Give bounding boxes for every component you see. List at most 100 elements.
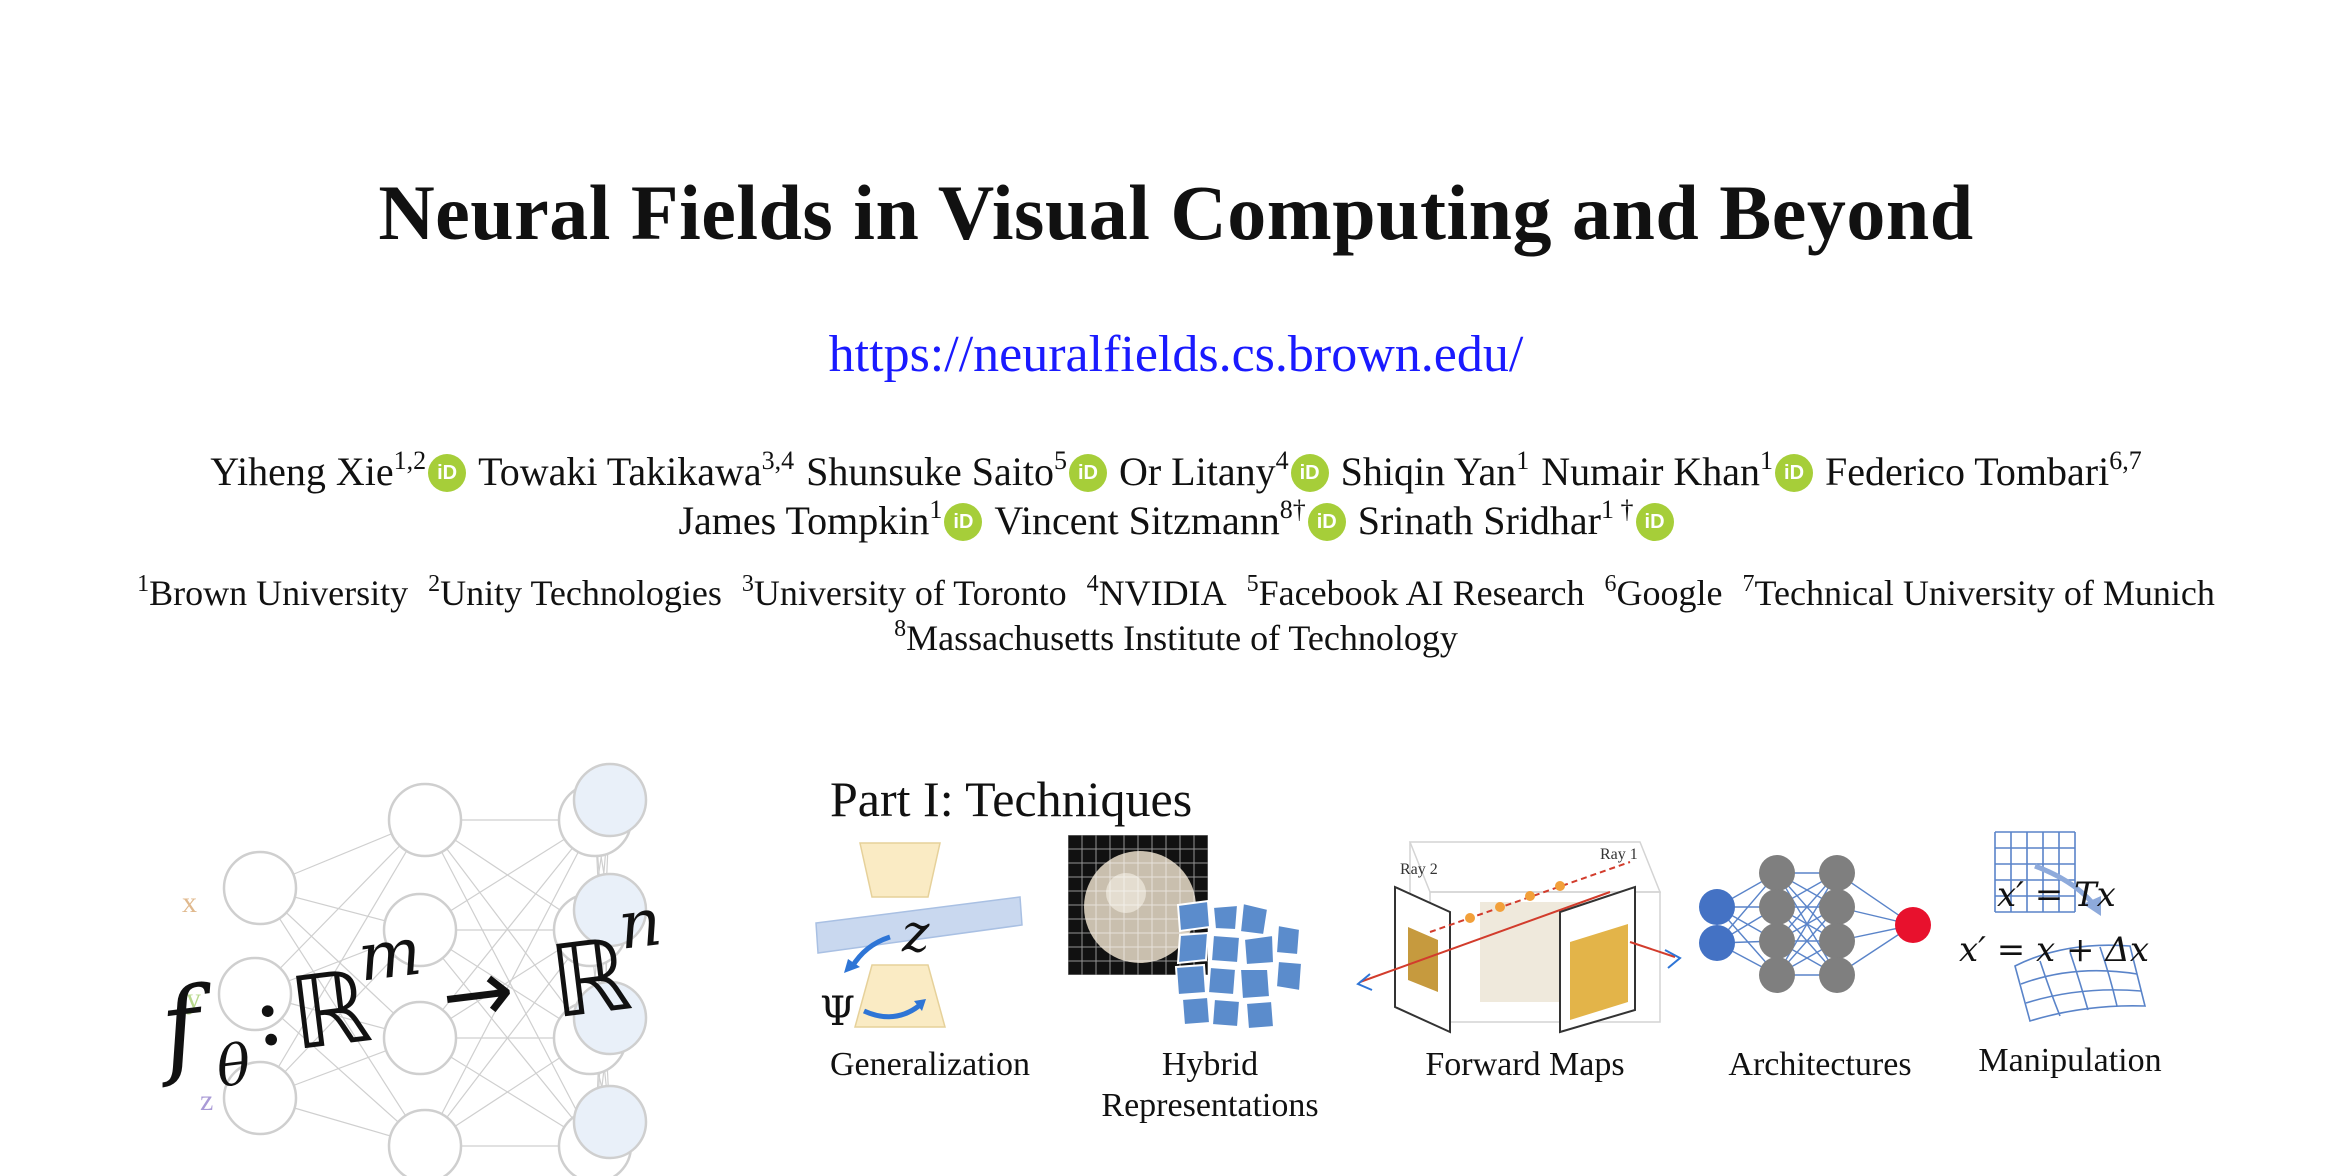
hidden-node (1819, 957, 1855, 993)
author-name: Vincent Sitzmann (994, 498, 1280, 543)
rigid-transform-equation: x′ = Tx (1997, 875, 2116, 915)
author-yiheng-xie: Yiheng Xie1,2 iD (210, 446, 467, 495)
caption-architectures: Architectures (1728, 1046, 1912, 1083)
author-shunsuke-saito: Shunsuke Saito5 iD (806, 448, 1107, 495)
affiliation-name: University of Toronto (753, 573, 1067, 613)
left-arrow-icon (1356, 973, 1373, 991)
texture-patch (1274, 923, 1302, 957)
deformation-equation: x′ = x + Δx (1959, 930, 2149, 970)
orcid-icon[interactable]: iD (1775, 454, 1814, 492)
part-title: Part I: Techniques (830, 771, 1193, 827)
latent-z-label: z (901, 904, 930, 964)
equation-f: f (150, 962, 223, 1091)
author-affiliation-marker: 1 † (1601, 495, 1634, 524)
affiliation-item: 7Technical University of Munich (1742, 571, 2215, 613)
input-node (222, 850, 298, 926)
affiliation-number: 1 (137, 571, 150, 597)
author-affiliation-marker: 1,2 (393, 446, 427, 475)
affiliation-item: 5Facebook AI Research (1246, 571, 1585, 613)
author-affiliation-marker: 8† (1279, 495, 1306, 524)
equation-arrow: → (436, 940, 520, 1048)
hidden-node (1759, 889, 1795, 925)
caption-hybrid-line1: Hybrid (1161, 1046, 1259, 1083)
author-james-tompkin: James Tompkin1 iD (678, 497, 983, 544)
equation-n: n (614, 883, 666, 965)
input-node (1699, 925, 1735, 961)
output-node (572, 762, 648, 838)
texture-patch (1176, 899, 1212, 933)
affiliation-name: Facebook AI Research (1258, 573, 1585, 613)
affiliation-name: Massachusetts Institute of Technology (906, 618, 1458, 658)
input-label-x: x (182, 886, 197, 919)
author-name: Towaki Takikawa (478, 449, 762, 494)
texture-patch (1242, 933, 1276, 967)
right-arrow-icon (1664, 949, 1682, 969)
equation-m: m (354, 913, 426, 997)
affiliations-line-2: 8Massachusetts Institute of Technology (0, 617, 2352, 659)
author-affiliation-marker: 1 (1760, 446, 1774, 475)
texture-patch (1244, 999, 1276, 1031)
output-node (572, 1084, 648, 1160)
affiliation-number: 8 (894, 616, 907, 642)
hidden-node (1819, 889, 1855, 925)
hidden-node (1759, 957, 1795, 993)
affiliation-number: 2 (428, 571, 441, 597)
texture-patch (1174, 963, 1208, 997)
orcid-icon[interactable]: iD (944, 503, 983, 541)
generalization-illustration: z Ψ (815, 842, 1023, 1035)
authors-line-2: James Tompkin1 iD Vincent Sitzmann8† iD Srin… (0, 497, 2352, 544)
forward-maps-illustration: Ray 1 Ray 2 (1356, 841, 1682, 1034)
affiliation-number: 5 (1246, 571, 1259, 597)
affiliation-item: 8Massachusetts Institute of Technology (894, 616, 1458, 658)
texture-patch (1209, 933, 1242, 965)
affiliation-item: 4NVIDIA (1086, 571, 1227, 613)
orcid-icon[interactable]: iD (1068, 454, 1107, 492)
hidden-node (1819, 855, 1855, 891)
caption-manipulation: Manipulation (1978, 1042, 2162, 1079)
author-name: Federico Tombari (1825, 449, 2110, 494)
affiliation-number: 4 (1086, 571, 1099, 597)
texture-patches (1174, 899, 1304, 1031)
author-shiqin-yan: Shiqin Yan1 (1341, 448, 1530, 495)
author-towaki-takikawa: Towaki Takikawa3,4 (478, 448, 794, 495)
affiliation-number: 7 (1742, 571, 1755, 597)
output-node (1895, 907, 1931, 943)
orcid-icon[interactable]: iD (1635, 503, 1674, 541)
project-url-link[interactable]: https://neuralfields.cs.brown.edu/ (0, 325, 2352, 384)
author-srinath-sridhar: Srinath Sridhar1 † iD (1358, 497, 1674, 544)
hidden-node (1819, 923, 1855, 959)
affiliation-item: 2Unity Technologies (428, 571, 722, 613)
encoder-trapezoid (859, 842, 941, 898)
texture-patch (1274, 959, 1304, 993)
orcid-icon[interactable]: iD (428, 454, 467, 492)
ray-1-label: Ray 1 (1600, 846, 1638, 863)
caption-hybrid-line2: Representations (1101, 1087, 1319, 1124)
texture-patch (1238, 901, 1270, 937)
affiliation-name: Brown University (149, 573, 409, 613)
texture-patch (1180, 995, 1212, 1027)
hidden-node (387, 782, 463, 858)
texture-patch (1210, 997, 1242, 1029)
input-node (1699, 889, 1735, 925)
affiliation-item: 6Google (1605, 572, 1723, 613)
hybrid-representations-illustration (1068, 835, 1304, 1031)
author-federico-tombari: Federico Tombari6,7 (1825, 448, 2142, 495)
author-name: Srinath Sridhar (1357, 498, 1602, 543)
affiliation-name: Google (1616, 573, 1723, 613)
caption-generalization: Generalization (829, 1046, 1031, 1083)
affiliation-item: 3University of Toronto (742, 572, 1067, 613)
affiliation-name: NVIDIA (1098, 573, 1227, 613)
orcid-icon[interactable]: iD (1307, 503, 1346, 541)
texture-patch (1176, 931, 1210, 965)
hidden-node (1759, 923, 1795, 959)
architectures-illustration (1699, 855, 1931, 993)
affiliation-name: Unity Technologies (440, 573, 722, 613)
author-affiliation-marker: 4 (1275, 446, 1289, 475)
caption-forward-maps: Forward Maps (1425, 1046, 1625, 1083)
author-vincent-sitzmann: Vincent Sitzmann8† iD (994, 495, 1346, 544)
texture-patch (1238, 968, 1272, 1001)
equation-theta: θ (213, 1032, 254, 1101)
orcid-icon[interactable]: iD (1290, 454, 1329, 492)
author-affiliation-marker: 3,4 (761, 446, 795, 475)
author-name: Numair Khan (1541, 449, 1761, 494)
